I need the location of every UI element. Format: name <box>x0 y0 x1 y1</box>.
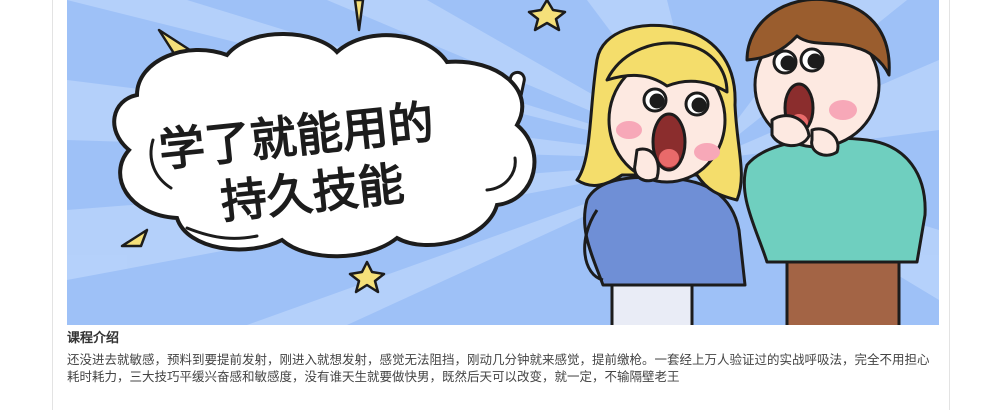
girl-illustration <box>575 23 747 325</box>
page: 学了就能用的 持久技能 课程介绍 还没进去就敏感，预料到要提前发射，刚进入就想发… <box>0 0 998 410</box>
course-banner-image: 学了就能用的 持久技能 <box>67 0 939 325</box>
course-card: 学了就能用的 持久技能 课程介绍 还没进去就敏感，预料到要提前发射，刚进入就想发… <box>52 0 950 410</box>
course-intro-description: 还没进去就敏感，预料到要提前发射，刚进入就想发射，感觉无法阻挡，刚动几分钟就来感… <box>67 352 930 384</box>
course-intro-title: 课程介绍 <box>67 331 120 346</box>
